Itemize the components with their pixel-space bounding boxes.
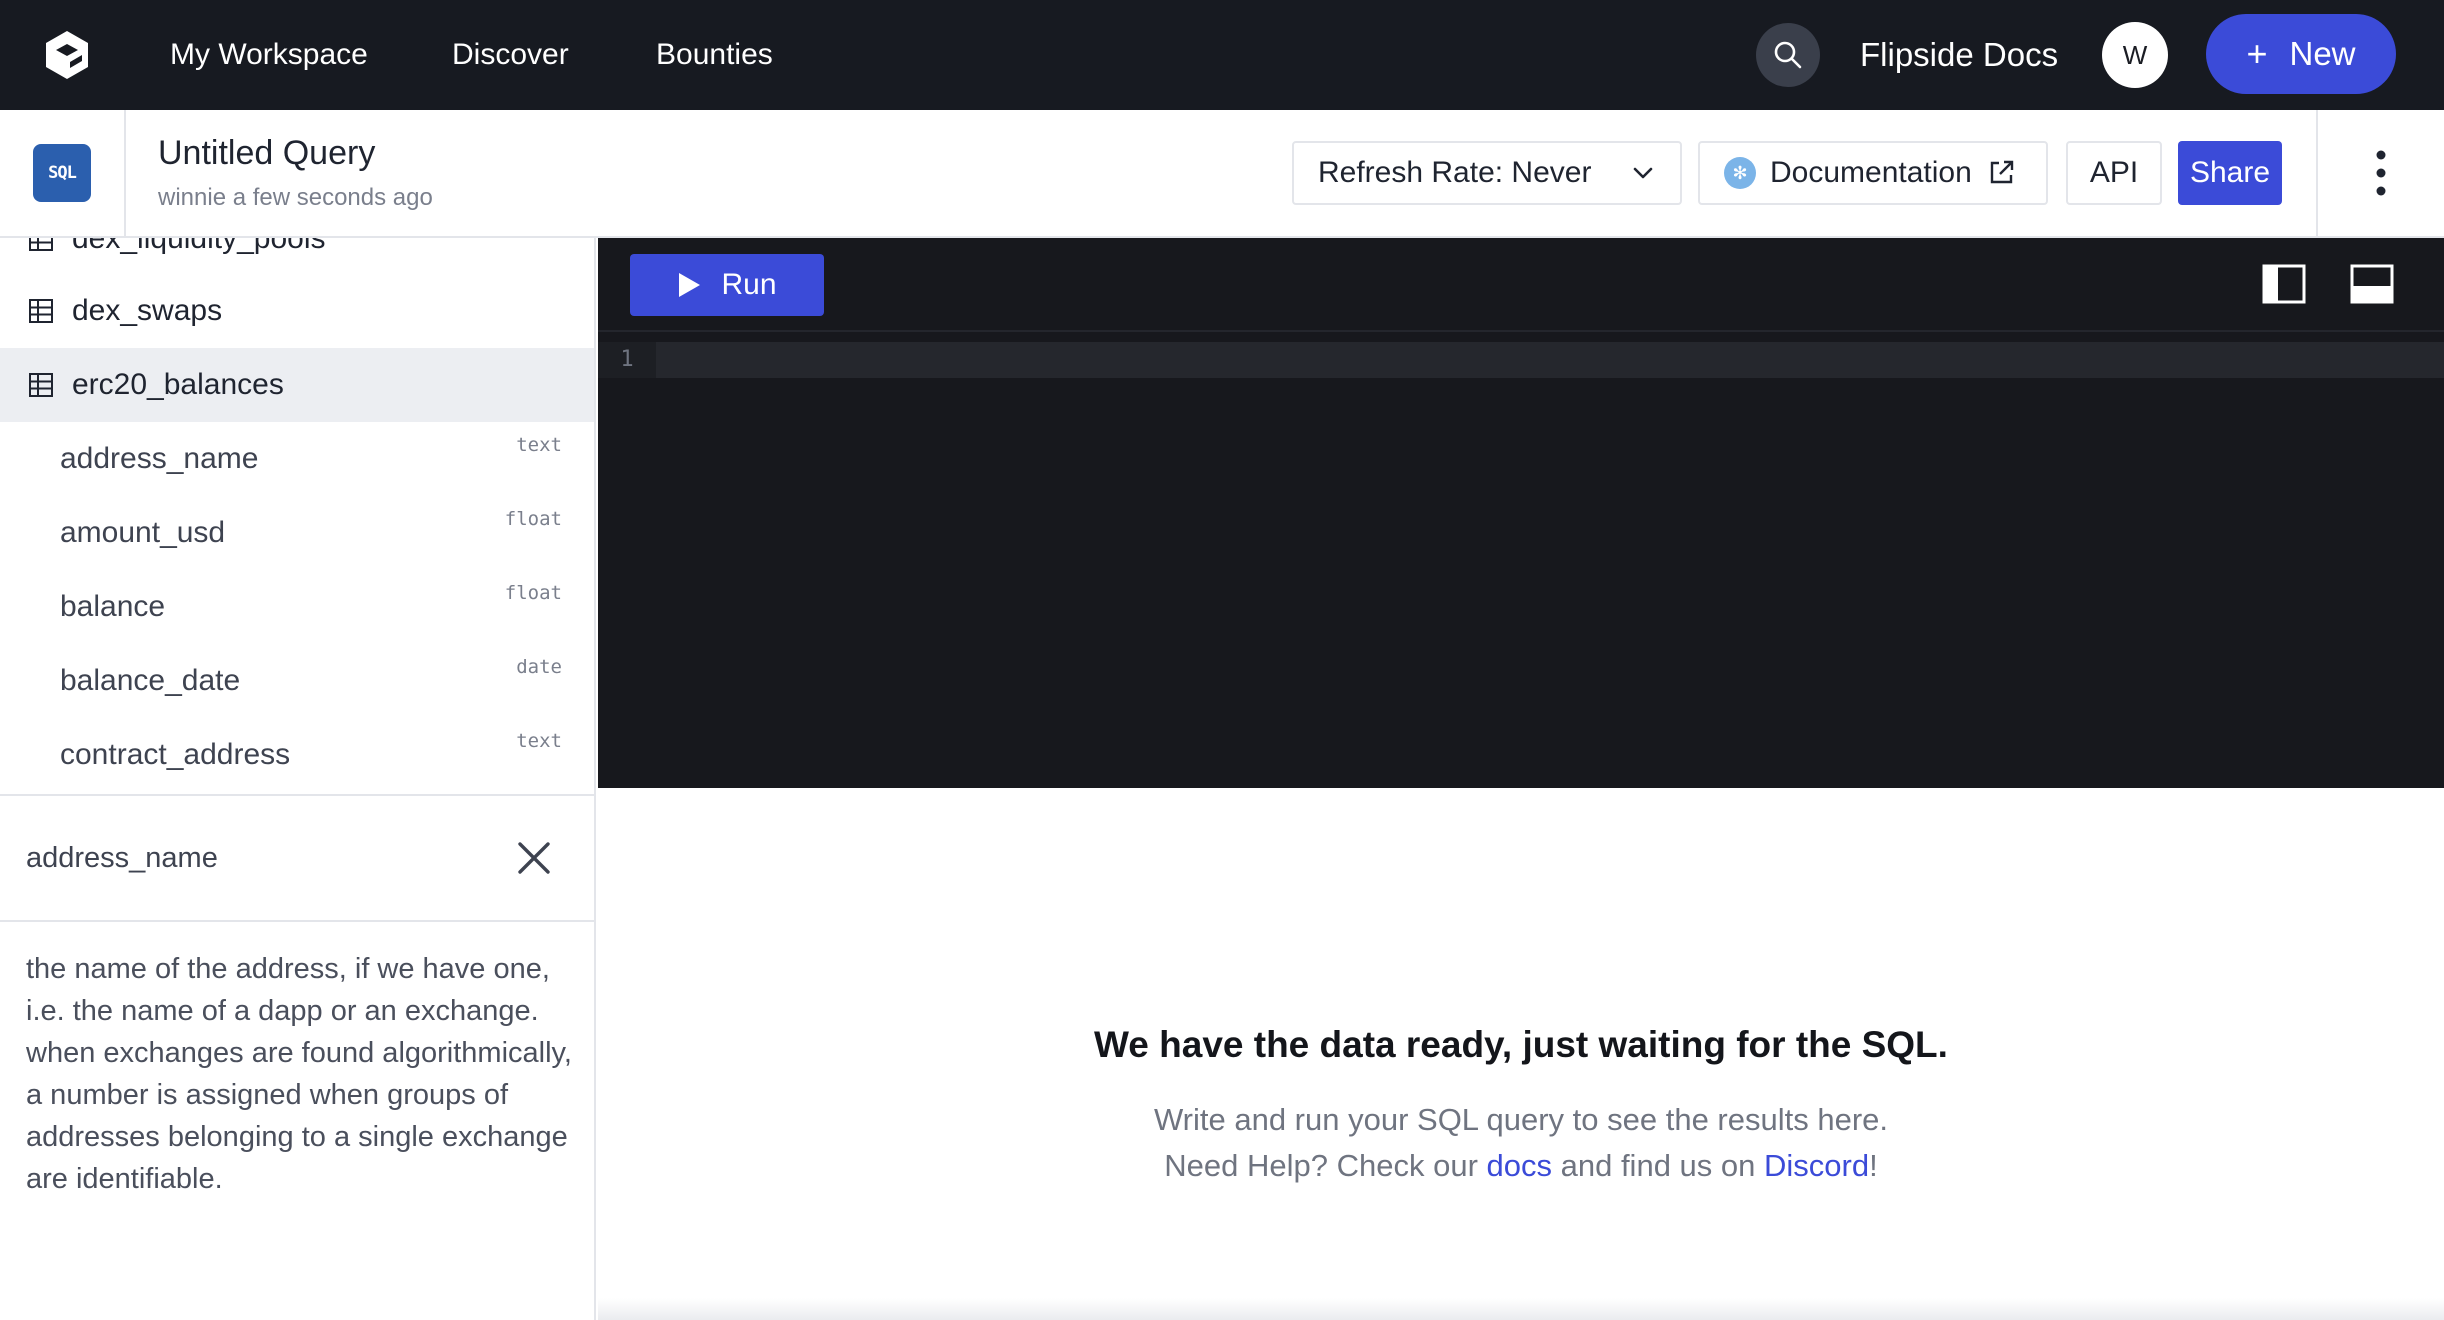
new-button[interactable]: + New bbox=[2206, 14, 2396, 94]
column-name: balance_date bbox=[60, 664, 241, 697]
column-name: balance bbox=[60, 590, 166, 623]
active-line[interactable]: 1 bbox=[598, 342, 2444, 378]
table-name: erc20_balances bbox=[72, 368, 284, 401]
column-description: the name of the address, if we have one,… bbox=[26, 953, 572, 1195]
share-button[interactable]: Share bbox=[2178, 141, 2282, 205]
column-row[interactable]: address_name text bbox=[0, 422, 594, 496]
more-options-button[interactable] bbox=[2316, 110, 2444, 236]
layout-bottom-panel-icon[interactable] bbox=[2350, 264, 2394, 304]
table-icon bbox=[29, 238, 53, 251]
table-row[interactable]: dex_liquidity_pools bbox=[0, 238, 594, 276]
nav-bounties[interactable]: Bounties bbox=[656, 0, 773, 110]
external-link-icon bbox=[1990, 160, 2013, 184]
table-name: dex_liquidity_pools bbox=[72, 238, 326, 255]
refresh-rate-select[interactable]: Refresh Rate: Never bbox=[1292, 141, 1682, 205]
flipside-logo-icon[interactable] bbox=[40, 28, 94, 82]
chevron-down-icon bbox=[1633, 167, 1653, 179]
refresh-rate-label: Refresh Rate: Never bbox=[1318, 156, 1592, 189]
line-number: 1 bbox=[598, 342, 656, 378]
column-name: contract_address bbox=[60, 738, 291, 771]
column-type: float bbox=[504, 508, 562, 530]
run-button[interactable]: Run bbox=[630, 254, 824, 316]
documentation-icon: ✻ bbox=[1724, 157, 1756, 189]
column-row[interactable]: balance_date date bbox=[0, 644, 594, 718]
results-help-message: Need Help? Check our docs and find us on… bbox=[598, 1148, 2444, 1184]
sql-icon: SQL bbox=[33, 144, 91, 202]
search-button[interactable] bbox=[1756, 23, 1820, 87]
column-row[interactable]: amount_usd float bbox=[0, 496, 594, 570]
play-icon bbox=[679, 273, 701, 297]
results-empty-title: We have the data ready, just waiting for… bbox=[1094, 1024, 1948, 1065]
help-text: ! bbox=[1869, 1148, 1878, 1183]
column-type: text bbox=[516, 730, 562, 752]
close-icon[interactable] bbox=[512, 836, 556, 880]
column-detail-panel: address_name the name of the address, if… bbox=[0, 794, 594, 1320]
sql-editor[interactable]: Run 1 bbox=[598, 238, 2444, 788]
sql-badge-container: SQL bbox=[0, 110, 126, 236]
column-type: float bbox=[504, 582, 562, 604]
query-header: SQL Untitled Query winnie a few seconds … bbox=[0, 110, 2444, 238]
more-vertical-icon bbox=[2376, 150, 2386, 196]
editor-toolbar: Run bbox=[598, 238, 2444, 332]
column-type: date bbox=[516, 656, 562, 678]
documentation-button[interactable]: ✻ Documentation bbox=[1698, 141, 2048, 205]
column-type: text bbox=[516, 434, 562, 456]
table-icon bbox=[29, 299, 53, 323]
flipside-docs-link[interactable]: Flipside Docs bbox=[1860, 0, 2058, 110]
schema-panel: dex_liquidity_pools dex_swaps erc20_bala… bbox=[0, 238, 596, 1320]
column-name: address_name bbox=[60, 442, 259, 475]
help-text: Need Help? Check our bbox=[1164, 1148, 1487, 1183]
schema-tree[interactable]: dex_liquidity_pools dex_swaps erc20_bala… bbox=[0, 238, 594, 794]
plus-icon: + bbox=[2246, 33, 2268, 74]
column-row[interactable]: contract_address text bbox=[0, 718, 594, 792]
search-icon bbox=[1774, 41, 1802, 69]
user-avatar[interactable]: W bbox=[2102, 22, 2168, 88]
layout-side-panel-icon[interactable] bbox=[2262, 264, 2306, 304]
table-row-selected[interactable]: erc20_balances bbox=[0, 348, 594, 422]
docs-link[interactable]: docs bbox=[1487, 1148, 1552, 1183]
results-empty-message: Write and run your SQL query to see the … bbox=[1153, 1102, 1889, 1137]
table-row[interactable]: dex_swaps bbox=[0, 274, 594, 348]
bottom-shadow bbox=[598, 1298, 2444, 1320]
table-icon bbox=[29, 373, 53, 397]
help-text: and find us on bbox=[1552, 1148, 1764, 1183]
table-name: dex_swaps bbox=[72, 294, 223, 327]
run-button-label: Run bbox=[721, 268, 777, 301]
documentation-label: Documentation bbox=[1770, 156, 1972, 189]
api-button[interactable]: API bbox=[2066, 141, 2162, 205]
results-panel: We have the data ready, just waiting for… bbox=[598, 788, 2444, 1320]
discord-link[interactable]: Discord bbox=[1764, 1148, 1869, 1183]
column-detail-title: address_name bbox=[26, 842, 218, 874]
column-row[interactable]: balance float bbox=[0, 570, 594, 644]
query-subtitle: winnie a few seconds ago bbox=[158, 184, 433, 211]
nav-my-workspace[interactable]: My Workspace bbox=[170, 0, 368, 110]
new-button-label: New bbox=[2289, 35, 2356, 72]
column-name: amount_usd bbox=[60, 516, 226, 549]
column-detail-header: address_name bbox=[0, 796, 594, 922]
top-nav: My Workspace Discover Bounties Flipside … bbox=[0, 0, 2444, 110]
query-title[interactable]: Untitled Query bbox=[158, 134, 375, 173]
nav-discover[interactable]: Discover bbox=[452, 0, 569, 110]
